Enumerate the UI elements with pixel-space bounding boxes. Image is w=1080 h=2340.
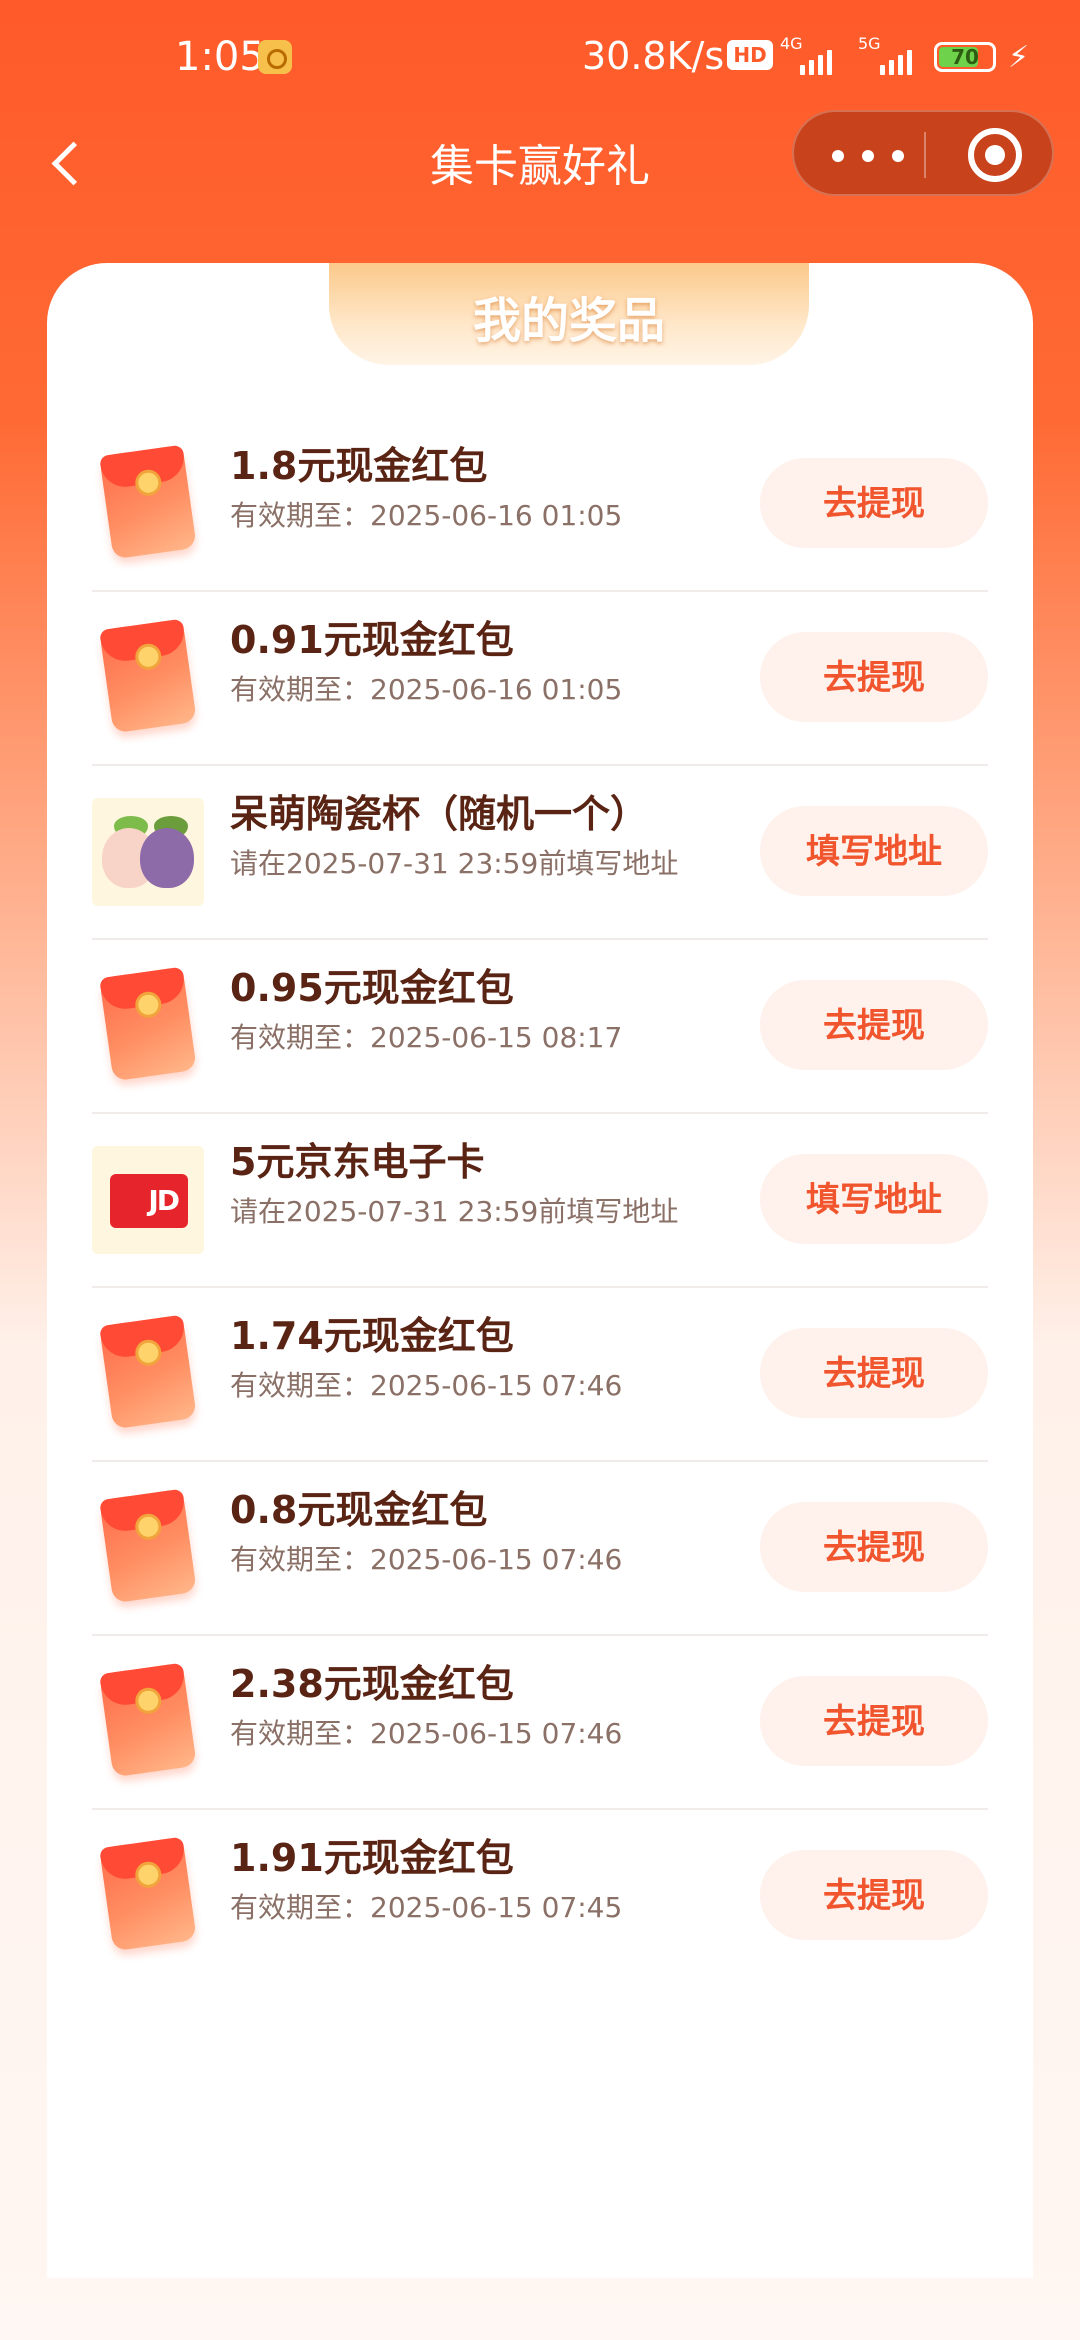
ceramic-cup-image — [92, 798, 204, 906]
withdraw-button[interactable]: 去提现 — [760, 458, 988, 548]
card-title: 我的奖品 — [472, 293, 665, 349]
clock: 1:05 — [175, 34, 265, 80]
charging-icon: ⚡ — [1008, 40, 1030, 75]
prize-title: 1.8元现金红包 — [230, 444, 488, 488]
hd-voice-icon: HD — [727, 40, 773, 70]
network-speed: 30.8K/s — [582, 34, 725, 78]
prize-expiry: 有效期至：2025-06-16 01:05 — [230, 499, 623, 532]
capsule-divider — [924, 132, 926, 178]
miniapp-capsule — [792, 110, 1054, 196]
signal-5g-label: 5G — [858, 34, 881, 53]
prize-row: 0.91元现金红包 有效期至：2025-06-16 01:05 去提现 — [92, 592, 988, 766]
prize-row: 2.38元现金红包 有效期至：2025-06-15 07:46 去提现 — [92, 1636, 988, 1810]
red-packet-icon — [92, 1314, 204, 1430]
prize-title: 1.74元现金红包 — [230, 1314, 514, 1358]
battery-level: 70 — [951, 45, 979, 69]
withdraw-button[interactable]: 去提现 — [760, 632, 988, 722]
prize-title: 0.8元现金红包 — [230, 1488, 488, 1532]
red-packet-icon — [92, 1488, 204, 1604]
prize-title: 0.91元现金红包 — [230, 618, 514, 662]
prize-title: 2.38元现金红包 — [230, 1662, 514, 1706]
signal-4g-icon — [800, 50, 832, 75]
red-packet-icon — [92, 444, 204, 560]
prize-row: 1.74元现金红包 有效期至：2025-06-15 07:46 去提现 — [92, 1288, 988, 1462]
app-notification-icon — [258, 40, 292, 74]
withdraw-button[interactable]: 去提现 — [760, 980, 988, 1070]
prize-deadline: 请在2025-07-31 23:59前填写地址 — [230, 847, 679, 880]
jd-card-image: JD — [92, 1146, 204, 1254]
withdraw-button[interactable]: 去提现 — [760, 1850, 988, 1940]
prize-row: JD 5元京东电子卡 请在2025-07-31 23:59前填写地址 填写地址 — [92, 1114, 988, 1288]
red-packet-icon — [92, 618, 204, 734]
battery-icon: 70 — [934, 42, 996, 72]
prize-expiry: 有效期至：2025-06-15 08:17 — [230, 1021, 623, 1054]
prize-row: 呆萌陶瓷杯（随机一个） 请在2025-07-31 23:59前填写地址 填写地址 — [92, 766, 988, 940]
red-packet-icon — [92, 966, 204, 1082]
withdraw-button[interactable]: 去提现 — [760, 1328, 988, 1418]
prize-row: 0.8元现金红包 有效期至：2025-06-15 07:46 去提现 — [92, 1462, 988, 1636]
jd-card-logo: JD — [148, 1184, 180, 1217]
navigation-bar: 集卡赢好礼 — [0, 110, 1080, 220]
prize-row: 1.8元现金红包 有效期至：2025-06-16 01:05 去提现 — [92, 418, 988, 592]
signal-5g-icon — [880, 50, 912, 75]
status-bar: 1:05 30.8K/s HD 4G 5G 70 ⚡ — [0, 0, 1080, 120]
prize-title: 呆萌陶瓷杯（随机一个） — [230, 792, 649, 836]
prize-deadline: 请在2025-07-31 23:59前填写地址 — [230, 1195, 679, 1228]
prize-row: 1.91元现金红包 有效期至：2025-06-15 07:45 去提现 — [92, 1810, 988, 1982]
red-packet-icon — [92, 1836, 204, 1952]
prize-card: 我的奖品 1.8元现金红包 有效期至：2025-06-16 01:05 去提现 … — [47, 263, 1033, 2278]
prize-expiry: 有效期至：2025-06-15 07:45 — [230, 1891, 623, 1924]
prize-expiry: 有效期至：2025-06-15 07:46 — [230, 1369, 623, 1402]
prize-list: 1.8元现金红包 有效期至：2025-06-16 01:05 去提现 0.91元… — [92, 418, 988, 1982]
close-miniapp-icon[interactable] — [968, 128, 1022, 182]
fill-address-button[interactable]: 填写地址 — [760, 806, 988, 896]
withdraw-button[interactable]: 去提现 — [760, 1676, 988, 1766]
prize-expiry: 有效期至：2025-06-15 07:46 — [230, 1543, 623, 1576]
fill-address-button[interactable]: 填写地址 — [760, 1154, 988, 1244]
prize-title: 1.91元现金红包 — [230, 1836, 514, 1880]
prize-row: 0.95元现金红包 有效期至：2025-06-15 08:17 去提现 — [92, 940, 988, 1114]
red-packet-icon — [92, 1662, 204, 1778]
more-icon[interactable] — [832, 150, 904, 162]
prize-expiry: 有效期至：2025-06-15 07:46 — [230, 1717, 623, 1750]
prize-expiry: 有效期至：2025-06-16 01:05 — [230, 673, 623, 706]
prize-title: 5元京东电子卡 — [230, 1140, 485, 1184]
card-banner: 我的奖品 — [329, 263, 809, 365]
prize-title: 0.95元现金红包 — [230, 966, 514, 1010]
withdraw-button[interactable]: 去提现 — [760, 1502, 988, 1592]
